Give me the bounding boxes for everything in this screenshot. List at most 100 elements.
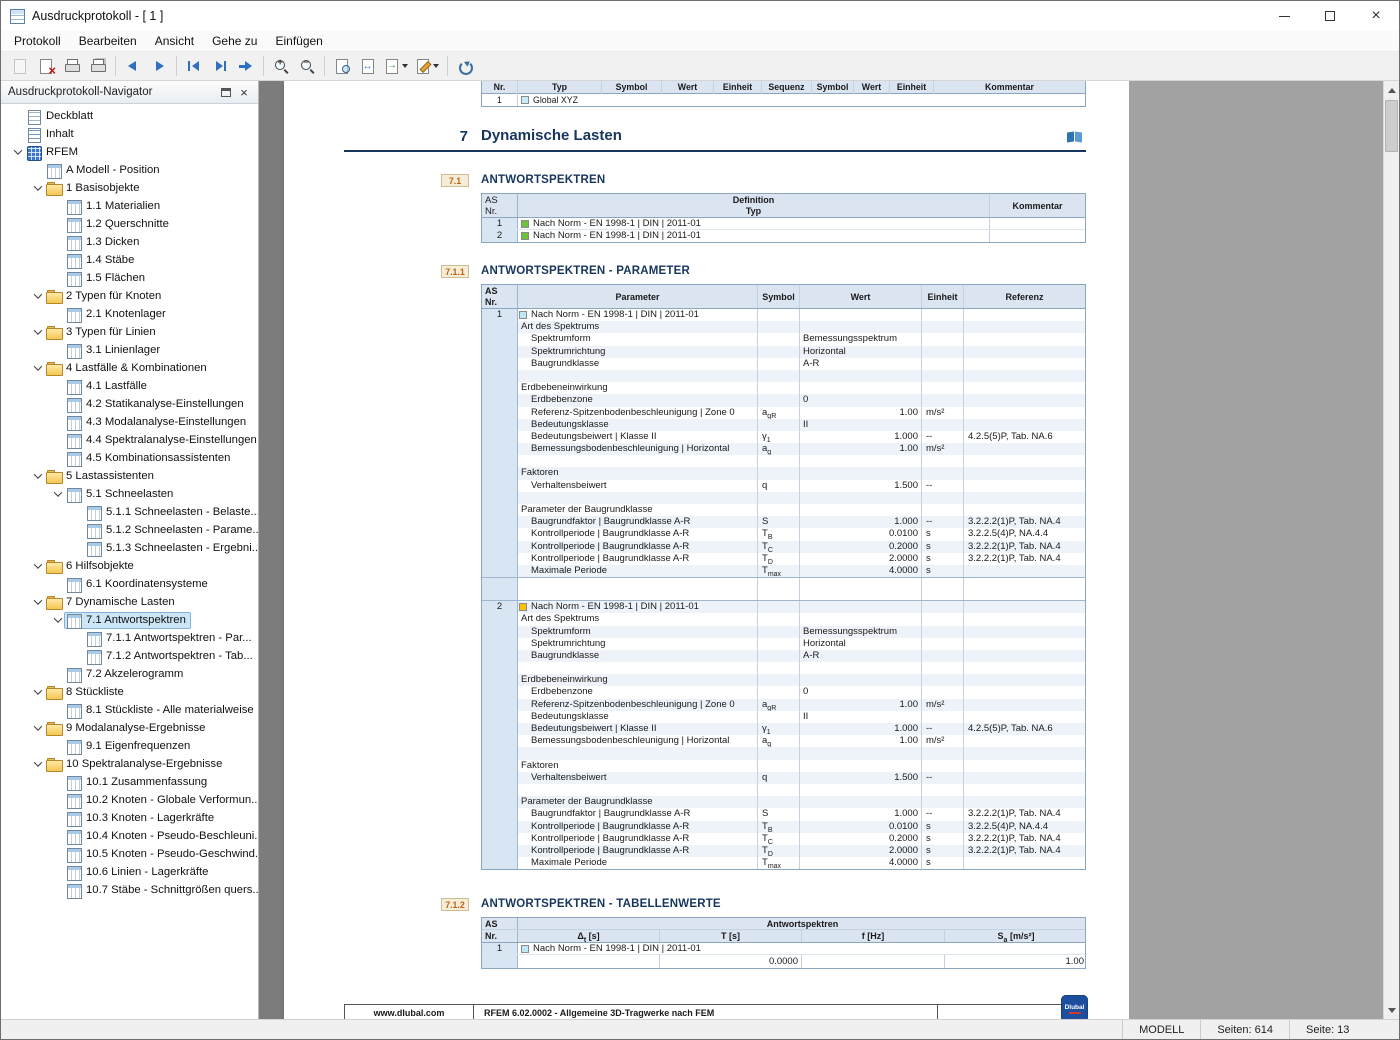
expander-icon[interactable] [11, 127, 25, 141]
expander-icon[interactable] [51, 487, 65, 501]
tree-item[interactable]: 6 Hilfsobjekte [1, 557, 258, 575]
tree-item[interactable]: 5.1.1 Schneelasten - Belaste... [1, 503, 258, 521]
tree-item[interactable]: Deckblatt [1, 107, 258, 125]
scroll-up-arrow[interactable] [1384, 81, 1399, 98]
expander-icon[interactable] [51, 271, 65, 285]
tree-item[interactable]: 3.1 Linienlager [1, 341, 258, 359]
expander-icon[interactable] [31, 163, 45, 177]
expander-icon[interactable] [31, 181, 45, 195]
tree-item[interactable]: 7 Dynamische Lasten [1, 593, 258, 611]
expander-icon[interactable] [51, 577, 65, 591]
close-button[interactable]: × [1353, 1, 1399, 31]
expander-icon[interactable] [71, 523, 85, 537]
expander-icon[interactable] [51, 613, 65, 627]
tree-item[interactable]: RFEM [1, 143, 258, 161]
expander-icon[interactable] [31, 721, 45, 735]
export-button[interactable] [381, 54, 412, 78]
tree-item[interactable]: 7.1 Antwortspektren [1, 611, 258, 629]
tree-item[interactable]: 5 Lastassistenten [1, 467, 258, 485]
expander-icon[interactable] [51, 775, 65, 789]
goto-page-button[interactable] [233, 54, 259, 78]
fit-width-button[interactable] [355, 54, 381, 78]
menu-item[interactable]: Einfügen [266, 31, 331, 52]
tree-item[interactable]: A Modell - Position [1, 161, 258, 179]
expander-icon[interactable] [71, 505, 85, 519]
tree-item[interactable]: 4.3 Modalanalyse-Einstellungen [1, 413, 258, 431]
tree-item[interactable]: 5.1.2 Schneelasten - Parame... [1, 521, 258, 539]
dropdown-caret-icon[interactable] [400, 61, 409, 71]
expander-icon[interactable] [31, 361, 45, 375]
tree-item[interactable]: 10.2 Knoten - Globale Verformun... [1, 791, 258, 809]
tree-item[interactable]: 10.4 Knoten - Pseudo-Beschleuni... [1, 827, 258, 845]
tree-item[interactable]: 10.3 Knoten - Lagerkräfte [1, 809, 258, 827]
tree-item[interactable]: 7.1.2 Antwortspektren - Tab... [1, 647, 258, 665]
expander-icon[interactable] [51, 343, 65, 357]
tree-item[interactable]: 7.2 Akzelerogramm [1, 665, 258, 683]
tree-item[interactable]: 9.1 Eigenfrequenzen [1, 737, 258, 755]
expander-icon[interactable] [51, 397, 65, 411]
expander-icon[interactable] [51, 847, 65, 861]
close-panel-button[interactable]: × [235, 83, 253, 101]
tree-item[interactable]: 4 Lastfälle & Kombinationen [1, 359, 258, 377]
tree-item[interactable]: 1.1 Materialien [1, 197, 258, 215]
tree-item[interactable]: 4.2 Statikanalyse-Einstellungen [1, 395, 258, 413]
expander-icon[interactable] [51, 253, 65, 267]
tree-item[interactable]: 6.1 Koordinatensysteme [1, 575, 258, 593]
tree-item[interactable]: 5.1.3 Schneelasten - Ergebni... [1, 539, 258, 557]
tree-item[interactable]: 10.1 Zusammenfassung [1, 773, 258, 791]
expander-icon[interactable] [51, 865, 65, 879]
expander-icon[interactable] [51, 667, 65, 681]
print-batch-button[interactable] [85, 54, 111, 78]
delete-protocol-button[interactable] [33, 54, 59, 78]
new-protocol-button[interactable] [7, 54, 33, 78]
tree-item[interactable]: 5.1 Schneelasten [1, 485, 258, 503]
refresh-button[interactable] [452, 54, 478, 78]
last-page-button[interactable] [207, 54, 233, 78]
tree-item[interactable]: 10 Spektralanalyse-Ergebnisse [1, 755, 258, 773]
expander-icon[interactable] [51, 379, 65, 393]
tree-item[interactable]: 1.3 Dicken [1, 233, 258, 251]
tree-item[interactable]: 1.5 Flächen [1, 269, 258, 287]
maximize-button[interactable] [1307, 1, 1353, 31]
tree-item[interactable]: 4.1 Lastfälle [1, 377, 258, 395]
expander-icon[interactable] [11, 109, 25, 123]
menu-item[interactable]: Bearbeiten [70, 31, 146, 52]
expander-icon[interactable] [31, 289, 45, 303]
menu-item[interactable]: Protokoll [5, 31, 70, 52]
tree-item[interactable]: 2.1 Knotenlager [1, 305, 258, 323]
menu-item[interactable]: Ansicht [146, 31, 203, 52]
tree-item[interactable]: 1 Basisobjekte [1, 179, 258, 197]
expander-icon[interactable] [51, 433, 65, 447]
expander-icon[interactable] [31, 559, 45, 573]
expander-icon[interactable] [51, 739, 65, 753]
tree-item[interactable]: 1.2 Querschnitte [1, 215, 258, 233]
tree-item[interactable]: 10.5 Knoten - Pseudo-Geschwind... [1, 845, 258, 863]
tree-item[interactable]: 9 Modalanalyse-Ergebnisse [1, 719, 258, 737]
expander-icon[interactable] [51, 883, 65, 897]
expander-icon[interactable] [31, 595, 45, 609]
tree-item[interactable]: 7.1.1 Antwortspektren - Par... [1, 629, 258, 647]
tree-item[interactable]: 8.1 Stückliste - Alle materialweise [1, 701, 258, 719]
print-button[interactable] [59, 54, 85, 78]
fit-page-button[interactable] [329, 54, 355, 78]
tree-item[interactable]: 10.7 Stäbe - Schnittgrößen quers... [1, 881, 258, 899]
dropdown-caret-icon[interactable] [431, 61, 440, 71]
tree-item[interactable]: 2 Typen für Knoten [1, 287, 258, 305]
expander-icon[interactable] [51, 307, 65, 321]
expander-icon[interactable] [71, 541, 85, 555]
expander-icon[interactable] [51, 451, 65, 465]
expander-icon[interactable] [51, 415, 65, 429]
minimize-button[interactable] [1261, 1, 1307, 31]
expander-icon[interactable] [51, 703, 65, 717]
tree-item[interactable]: 10.6 Linien - Lagerkräfte [1, 863, 258, 881]
expander-icon[interactable] [31, 325, 45, 339]
tree-item[interactable]: 1.4 Stäbe [1, 251, 258, 269]
expander-icon[interactable] [71, 649, 85, 663]
expander-icon[interactable] [51, 829, 65, 843]
expander-icon[interactable] [51, 235, 65, 249]
tree-item[interactable]: 8 Stückliste [1, 683, 258, 701]
float-panel-button[interactable] [217, 83, 235, 101]
expander-icon[interactable] [71, 631, 85, 645]
expander-icon[interactable] [51, 217, 65, 231]
expander-icon[interactable] [51, 811, 65, 825]
